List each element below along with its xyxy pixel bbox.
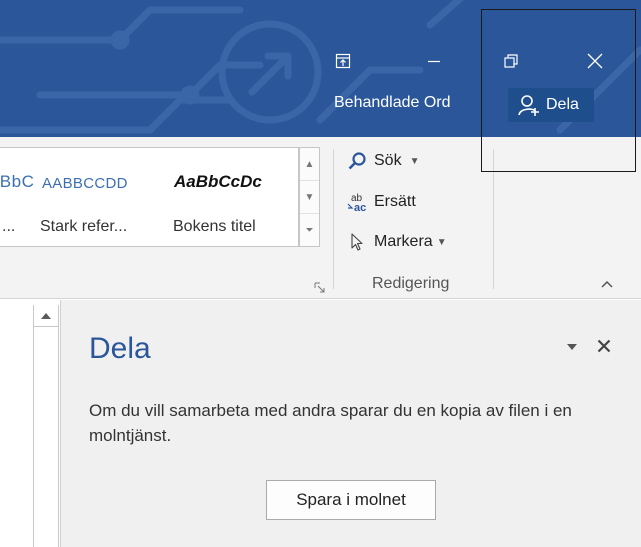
style-item-book-title[interactable]: AaBbCcDc Bokens titel bbox=[166, 148, 298, 248]
gallery-scroll-down-button[interactable]: ▼ bbox=[300, 181, 319, 214]
find-label: Sök bbox=[374, 152, 402, 169]
share-button[interactable]: Dela bbox=[508, 88, 594, 122]
svg-text:ac: ac bbox=[354, 202, 366, 213]
style-caption: Stark refer... bbox=[40, 218, 128, 235]
style-item-partial[interactable]: AaBbCcDc ... bbox=[0, 148, 34, 248]
share-button-label: Dela bbox=[546, 96, 579, 113]
vertical-scrollbar[interactable] bbox=[33, 305, 59, 547]
find-button[interactable]: Sök ▼ bbox=[346, 147, 419, 175]
chevron-up-icon: ▲ bbox=[304, 158, 315, 170]
gallery-more-button[interactable]: ⏷ bbox=[300, 214, 319, 247]
style-caption: ... bbox=[2, 218, 16, 235]
select-label: Markera bbox=[374, 233, 433, 250]
pane-message: Om du vill samarbeta med andra sparar du… bbox=[89, 401, 572, 445]
more-icon: ⏷ bbox=[305, 225, 314, 236]
restore-icon bbox=[504, 54, 518, 68]
save-to-cloud-label: Spara i molnet bbox=[296, 490, 406, 509]
document-title: Behandlade Ord bbox=[334, 94, 451, 111]
chevron-down-icon: ▼ bbox=[409, 155, 420, 167]
styles-dialog-launcher-icon[interactable] bbox=[314, 282, 326, 294]
styles-gallery: AaBbCcDc ... AABBCCDD Stark refer... AaB… bbox=[0, 147, 299, 247]
ribbon-display-options-button[interactable] bbox=[320, 38, 366, 84]
style-sample: AABBCCDD bbox=[42, 175, 128, 192]
chevron-down-icon: ▼ bbox=[304, 191, 315, 203]
style-sample: AaBbCcDc bbox=[174, 172, 262, 191]
close-icon bbox=[587, 53, 603, 69]
minimize-button[interactable] bbox=[411, 38, 457, 84]
gallery-scroll-up-button[interactable]: ▲ bbox=[300, 148, 319, 181]
style-caption: Bokens titel bbox=[173, 218, 256, 235]
close-icon bbox=[597, 339, 611, 353]
editing-group-label: Redigering bbox=[372, 275, 450, 292]
replace-icon: ab ac bbox=[346, 191, 368, 213]
pane-title: Dela bbox=[89, 332, 151, 365]
replace-label: Ersätt bbox=[374, 193, 416, 210]
ribbon-display-options-icon bbox=[335, 53, 351, 69]
replace-button[interactable]: ab ac Ersätt bbox=[346, 188, 416, 216]
collapse-ribbon-icon[interactable] bbox=[600, 277, 614, 291]
pane-options-icon[interactable] bbox=[565, 340, 579, 354]
cursor-icon bbox=[346, 231, 368, 253]
group-separator bbox=[493, 149, 494, 289]
styles-gallery-scroll: ▲ ▼ ⏷ bbox=[299, 147, 320, 247]
person-add-icon bbox=[518, 95, 539, 116]
search-icon bbox=[346, 150, 368, 172]
minimize-icon bbox=[428, 60, 440, 63]
style-item-strong-reference[interactable]: AABBCCDD Stark refer... bbox=[36, 148, 164, 248]
select-button[interactable]: Markera ▼ bbox=[346, 228, 447, 256]
group-separator bbox=[333, 149, 334, 289]
close-window-button[interactable] bbox=[572, 38, 618, 84]
save-to-cloud-button[interactable]: Spara i molnet bbox=[266, 480, 436, 520]
share-pane: Dela Om du vill samarbeta med andra spar… bbox=[60, 300, 641, 547]
style-sample: AaBbCcDc bbox=[0, 172, 34, 191]
ribbon: AaBbCcDc ... AABBCCDD Stark refer... AaB… bbox=[0, 137, 641, 299]
scroll-up-button[interactable] bbox=[34, 305, 58, 327]
chevron-down-icon: ▼ bbox=[436, 236, 447, 248]
pane-close-button[interactable] bbox=[591, 333, 617, 359]
restore-button[interactable] bbox=[488, 38, 534, 84]
chevron-up-icon bbox=[41, 312, 51, 319]
title-bar: Behandlade Ord Dela bbox=[0, 0, 641, 137]
